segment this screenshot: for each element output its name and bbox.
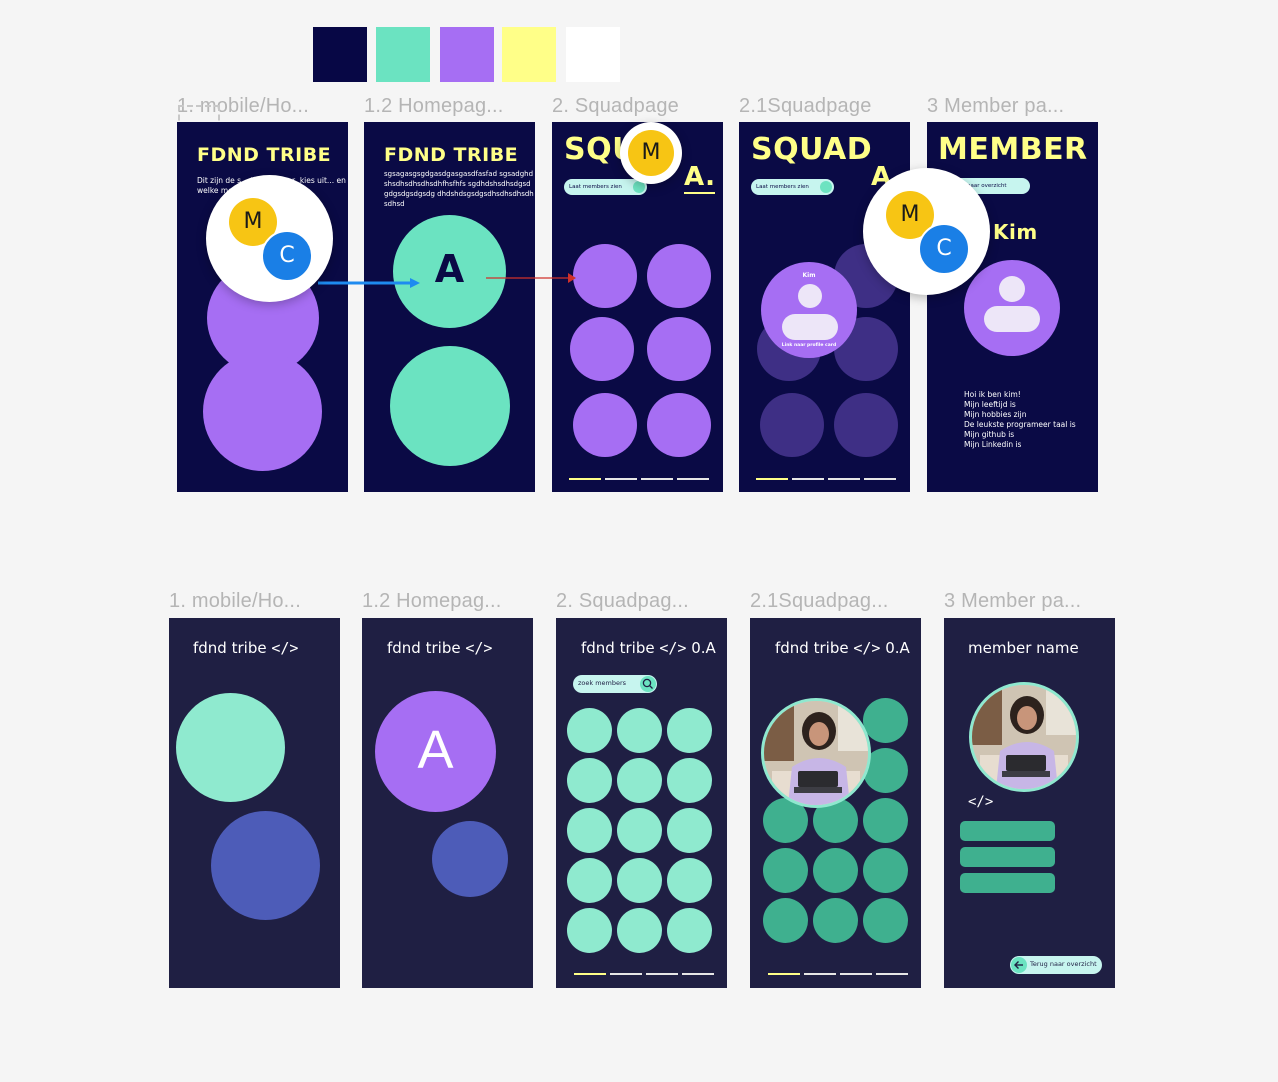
info-bar xyxy=(960,821,1055,841)
page-indicator[interactable] xyxy=(876,973,908,975)
member-circle[interactable] xyxy=(617,758,662,803)
member-circle[interactable] xyxy=(617,908,662,953)
frame-label[interactable]: 1.2 Homepag... xyxy=(362,590,502,613)
frame-homepage-design[interactable]: fdnd tribe </> A xyxy=(362,618,533,988)
member-circle[interactable] xyxy=(813,848,858,893)
page-indicator[interactable] xyxy=(646,973,678,975)
code-icon: </> xyxy=(659,639,687,657)
collaborator-avatar-c[interactable]: C xyxy=(918,223,970,275)
member-photo xyxy=(969,682,1079,792)
back-to-overview-button[interactable]: Terug naar overzicht xyxy=(1010,956,1102,974)
collaborator-avatar-m[interactable]: M xyxy=(628,130,674,176)
search-field[interactable]: zoek members xyxy=(573,675,657,693)
member-circle[interactable] xyxy=(567,908,612,953)
arrow-left-icon xyxy=(1011,957,1027,973)
page-indicator-active[interactable] xyxy=(574,973,606,975)
member-photo-popup[interactable] xyxy=(761,698,871,808)
frame-label[interactable]: 1. mobile/Ho... xyxy=(169,590,301,613)
member-circle[interactable] xyxy=(863,798,908,843)
back-label: Terug naar overzicht xyxy=(1030,960,1097,968)
member-circle[interactable] xyxy=(763,898,808,943)
flow-arrowhead-blue xyxy=(410,278,420,288)
member-circle[interactable] xyxy=(863,848,908,893)
member-circle[interactable] xyxy=(567,808,612,853)
info-bar xyxy=(960,847,1055,867)
frame-mobile-home-design[interactable]: fdnd tribe </> xyxy=(169,618,340,988)
member-circle[interactable] xyxy=(567,758,612,803)
member-circle[interactable] xyxy=(667,858,712,903)
member-circle[interactable] xyxy=(863,698,908,743)
squad-code: 0.A xyxy=(885,639,910,657)
member-circle[interactable] xyxy=(667,758,712,803)
squad-circle[interactable] xyxy=(432,821,508,897)
member-circle[interactable] xyxy=(667,908,712,953)
member-circle[interactable] xyxy=(617,708,662,753)
member-photo-image xyxy=(972,685,1076,789)
member-circle[interactable] xyxy=(763,848,808,893)
app-title-text: fdnd tribe xyxy=(581,639,655,657)
search-placeholder: zoek members xyxy=(578,679,627,687)
app-title: fdnd tribe </> 0.A xyxy=(581,639,716,657)
frame-label[interactable]: 2.1Squadpag... xyxy=(750,590,888,613)
member-circle[interactable] xyxy=(567,708,612,753)
page-indicator-active[interactable] xyxy=(768,973,800,975)
squad-circle[interactable] xyxy=(211,811,320,920)
frame-label[interactable]: 3 Member pa... xyxy=(944,590,1081,613)
frame-squadpage-detail-design[interactable]: fdnd tribe </> 0.A xyxy=(750,618,921,988)
member-circle[interactable] xyxy=(813,898,858,943)
app-title: fdnd tribe </> 0.A xyxy=(775,639,910,657)
member-circle[interactable] xyxy=(567,858,612,903)
app-title-text: fdnd tribe xyxy=(193,639,267,657)
collaborator-avatar-c[interactable]: C xyxy=(261,230,313,282)
page-indicator[interactable] xyxy=(804,973,836,975)
member-circle[interactable] xyxy=(667,808,712,853)
collaborator-bubble[interactable]: M xyxy=(620,122,682,184)
member-circle[interactable] xyxy=(617,808,662,853)
info-bar xyxy=(960,873,1055,893)
collaborators-bubble[interactable]: M C xyxy=(206,175,333,302)
search-icon[interactable] xyxy=(640,676,656,692)
code-icon: </> xyxy=(968,794,994,810)
code-icon: </> xyxy=(853,639,881,657)
code-icon: </> xyxy=(271,639,299,657)
frame-label[interactable]: 2. Squadpag... xyxy=(556,590,689,613)
app-title-text: fdnd tribe xyxy=(775,639,849,657)
squad-circle[interactable] xyxy=(176,693,285,802)
squad-letter: A xyxy=(417,720,454,780)
collaborators-bubble[interactable]: M C xyxy=(863,168,990,295)
page-indicator[interactable] xyxy=(840,973,872,975)
flow-arrowhead-red xyxy=(568,273,576,283)
member-photo-image xyxy=(764,701,868,805)
frame-member-page-design[interactable]: member name </> Terug naar overzicht xyxy=(944,618,1115,988)
page-title: member name xyxy=(968,639,1079,657)
member-circle[interactable] xyxy=(667,708,712,753)
code-icon: </> xyxy=(465,639,493,657)
app-title-text: fdnd tribe xyxy=(387,639,461,657)
app-title: fdnd tribe </> xyxy=(387,639,492,657)
member-circle[interactable] xyxy=(617,858,662,903)
member-circle[interactable] xyxy=(863,898,908,943)
page-indicator[interactable] xyxy=(682,973,714,975)
app-title: fdnd tribe </> xyxy=(193,639,298,657)
squad-code: 0.A xyxy=(691,639,716,657)
squad-a-circle[interactable]: A xyxy=(375,691,496,812)
frame-squadpage-design[interactable]: fdnd tribe </> 0.A zoek members xyxy=(556,618,727,988)
page-indicator[interactable] xyxy=(610,973,642,975)
